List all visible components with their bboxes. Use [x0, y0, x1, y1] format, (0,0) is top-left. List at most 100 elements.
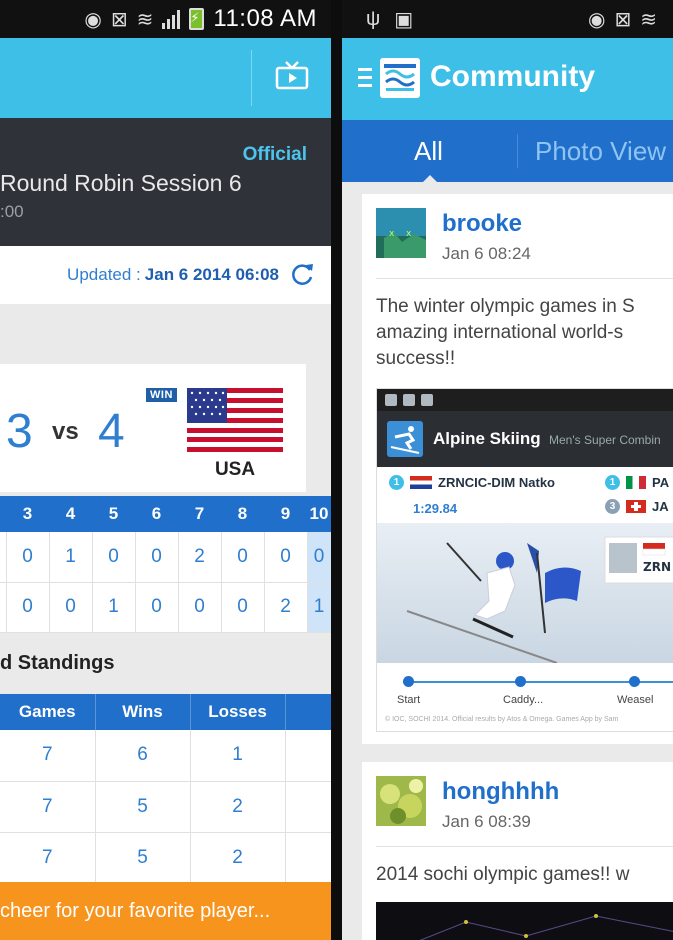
standings-row[interactable]: 7 6 1 — [0, 730, 331, 782]
inning-cell: 0 — [6, 582, 50, 633]
standings-header — [285, 694, 331, 730]
standings-cell: 5 — [95, 832, 191, 884]
post-username[interactable]: brooke — [442, 210, 522, 238]
svg-text:x: x — [406, 229, 412, 239]
inning-cell: 1 — [92, 582, 136, 633]
checkpoint-dot — [515, 676, 526, 687]
inning-cell: 0 — [135, 582, 179, 633]
signal-icon — [162, 9, 181, 29]
standings-cell — [285, 730, 331, 782]
post-card[interactable]: x x brooke Jan 6 08:24 The winter olympi… — [362, 194, 673, 744]
event-name: Alpine Skiing — [433, 429, 541, 448]
official-label: Official — [242, 144, 307, 165]
file-icon — [421, 394, 433, 406]
updated-value: Jan 6 2014 06:08 — [144, 265, 279, 284]
score-vs: vs — [52, 418, 79, 445]
standings-cell: 6 — [95, 730, 191, 782]
no-sound-icon: ⊠ — [110, 8, 128, 31]
image-icon — [403, 394, 415, 406]
battery-icon — [189, 8, 205, 30]
tab-bar: All Photo View — [342, 120, 673, 183]
sd-card-icon: ▣ — [394, 8, 414, 31]
standings-cell: 2 — [190, 832, 286, 884]
inning-cell: 2 — [178, 532, 222, 583]
status-bar: ψ ▣ ◉ ⊠ ≋ — [342, 0, 673, 38]
win-badge: WIN — [146, 388, 177, 402]
inning-header: 10 — [307, 496, 331, 532]
result-row: 1 PA — [605, 475, 669, 490]
inning-header: 3 — [6, 496, 49, 532]
post-divider — [376, 846, 673, 847]
post-text: 2014 sochi olympic games!! w — [376, 864, 630, 885]
score-right: 4 — [98, 405, 125, 458]
standings-cell: 7 — [0, 730, 96, 782]
inning-cell: 1 — [307, 582, 331, 633]
rank-badge: 3 — [605, 499, 620, 514]
eye-icon: ◉ — [588, 9, 606, 31]
active-tab-indicator — [422, 175, 438, 183]
right-phone-screen: ψ ▣ ◉ ⊠ ≋ Community All Photo View x x b… — [342, 0, 673, 940]
updated-bar: Updated : Jan 6 2014 06:08 — [0, 246, 331, 304]
standings-cell — [285, 781, 331, 833]
inning-header: 8 — [221, 496, 264, 532]
inning-cell: 0 — [221, 532, 265, 583]
score-card: 3 vs 4 WIN USA — [0, 364, 306, 492]
post-divider — [376, 278, 673, 279]
inning-header: 6 — [135, 496, 178, 532]
refresh-icon[interactable] — [289, 262, 315, 288]
match-header: Official Round Robin Session 6 :00 — [0, 118, 331, 246]
post-date: Jan 6 08:24 — [442, 244, 531, 263]
result-row: 1 ZRNCIC-DIM Natko — [389, 475, 555, 490]
post-card[interactable]: honghhhh Jan 6 08:39 2014 sochi olympic … — [362, 762, 673, 940]
standings-header: Games — [0, 694, 96, 730]
result-row: 3 JA — [605, 499, 669, 514]
tab-divider — [517, 134, 518, 168]
standings-cell — [285, 832, 331, 884]
rank-badge: 1 — [389, 475, 404, 490]
result-time: 1:29.84 — [413, 501, 458, 516]
athlete-name: JA — [652, 499, 669, 514]
inning-cell: 2 — [264, 582, 308, 633]
inning-cell: 0 — [49, 582, 93, 633]
checkpoint-dot — [403, 676, 414, 687]
inning-header-row: 3 4 5 6 7 8 9 10 — [0, 496, 331, 532]
standings-header: Losses — [190, 694, 286, 730]
post-date: Jan 6 08:39 — [442, 812, 531, 831]
session-time: :00 — [0, 202, 24, 221]
cheer-banner[interactable]: cheer for your favorite player... — [0, 882, 331, 940]
screenshot-statusbar — [377, 389, 673, 411]
standings-header-row: Games Wins Losses — [0, 694, 331, 730]
eye-icon: ◉ — [84, 8, 102, 31]
standings-cell: 7 — [0, 781, 96, 833]
image-footnote: © IOC, SOCHI 2014. Official results by A… — [385, 716, 619, 723]
tv-icon[interactable] — [275, 60, 309, 94]
inning-cell: 0 — [264, 532, 308, 583]
post-image[interactable]: Alpine Skiing Men's Super Combin 1 ZRNCI… — [376, 388, 673, 732]
standings-row[interactable]: 7 5 2 — [0, 781, 331, 833]
status-bar: ◉ ⊠ ≋ 11:08 AM — [0, 0, 331, 38]
inning-cell: 0 — [92, 532, 136, 583]
inning-header: 5 — [92, 496, 135, 532]
avatar[interactable] — [376, 776, 426, 826]
no-sound-icon: ⊠ — [614, 9, 632, 31]
inning-cell: 0 — [135, 532, 179, 583]
wifi-icon: ≋ — [640, 9, 657, 31]
menu-icon[interactable] — [358, 66, 374, 90]
inning-cell: 0 — [307, 532, 331, 583]
updated-label: Updated : — [67, 265, 141, 284]
inning-header: 9 — [264, 496, 307, 532]
tab-photo-view[interactable]: Photo View — [535, 136, 666, 167]
avatar[interactable]: x x — [376, 208, 426, 258]
post-username[interactable]: honghhhh — [442, 778, 559, 806]
standings-row[interactable]: 7 5 2 — [0, 832, 331, 884]
result-card-name: ZRN — [643, 560, 671, 574]
inning-cell: 0 — [178, 582, 222, 633]
sochi-logo-icon[interactable] — [380, 58, 420, 98]
event-header: Alpine Skiing Men's Super Combin — [377, 411, 673, 467]
post-image[interactable] — [376, 902, 673, 940]
page-title: Community — [430, 60, 595, 93]
tab-all[interactable]: All — [414, 136, 443, 167]
status-time: 11:08 AM — [213, 5, 317, 32]
svg-text:x: x — [389, 229, 395, 239]
checkpoint-label: Start — [397, 694, 421, 706]
